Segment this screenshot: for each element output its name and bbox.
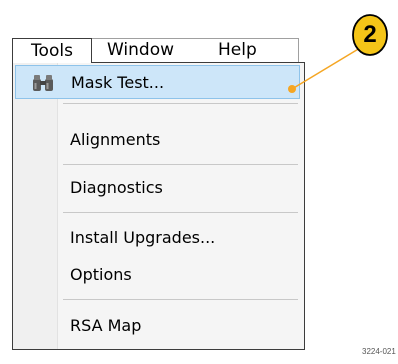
menu-item-label: Install Upgrades...: [70, 228, 216, 247]
binoculars-icon: [33, 75, 53, 91]
menu-separator: [63, 164, 298, 165]
callout-badge: 2: [352, 14, 388, 56]
menu-separator: [63, 299, 298, 300]
menu-item-diagnostics[interactable]: Diagnostics: [13, 171, 304, 205]
figure-id: 3224-021: [362, 347, 396, 356]
menu-item-options[interactable]: Options: [13, 258, 304, 292]
menu-item-label: Options: [70, 265, 132, 284]
menu-item-install-upgrades[interactable]: Install Upgrades...: [13, 221, 304, 255]
menu-separator: [63, 103, 298, 104]
menu-window[interactable]: Window: [107, 38, 174, 62]
menu-item-label: RSA Map: [70, 316, 142, 335]
menu-item-rsa-map[interactable]: RSA Map: [13, 309, 304, 343]
menu-item-label: Mask Test...: [71, 73, 165, 92]
tools-dropdown-menu: Mask Test... Alignments Diagnostics Inst…: [12, 62, 305, 350]
menu-item-label: Alignments: [70, 130, 161, 149]
menu-help[interactable]: Help: [218, 38, 257, 62]
menu-bar: Tools Window Help: [12, 38, 299, 63]
menu-item-alignments[interactable]: Alignments: [13, 123, 304, 157]
menu-tools[interactable]: Tools: [12, 38, 92, 63]
menu-icon-gutter: [13, 63, 58, 349]
callout-number: 2: [363, 21, 377, 48]
menu-separator: [63, 212, 298, 213]
menu-item-label: Diagnostics: [70, 178, 163, 197]
menu-item-mask-test[interactable]: Mask Test...: [15, 65, 300, 99]
